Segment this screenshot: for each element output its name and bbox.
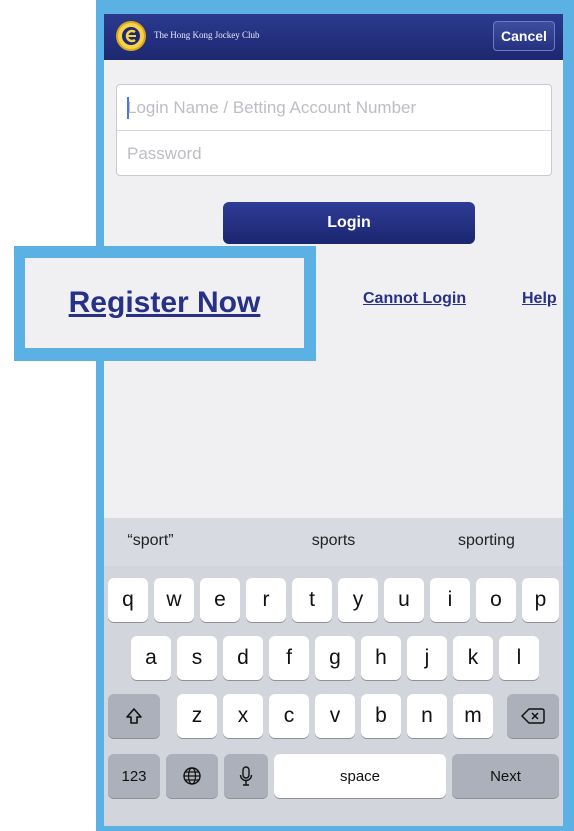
suggestion-item[interactable]: “sport” [104, 532, 227, 550]
shift-icon [126, 708, 142, 724]
key-a[interactable]: a [131, 636, 171, 680]
app-screen: The Hong Kong Jockey Club Cancel Login C… [104, 14, 563, 826]
app-header: The Hong Kong Jockey Club Cancel [104, 14, 563, 60]
delete-key[interactable] [507, 694, 559, 738]
suggestion-item[interactable]: sports [257, 532, 410, 550]
key-b[interactable]: b [361, 694, 401, 738]
microphone-icon [239, 766, 253, 786]
register-callout-inner: Register Now [25, 258, 304, 348]
key-z[interactable]: z [177, 694, 217, 738]
key-e[interactable]: e [200, 578, 240, 622]
suggestion-bar: “sport” sports sporting [104, 518, 563, 566]
key-d[interactable]: d [223, 636, 263, 680]
key-c[interactable]: c [269, 694, 309, 738]
key-f[interactable]: f [269, 636, 309, 680]
key-s[interactable]: s [177, 636, 217, 680]
space-key[interactable]: space [274, 754, 446, 798]
key-h[interactable]: h [361, 636, 401, 680]
key-q[interactable]: q [108, 578, 148, 622]
microphone-key[interactable] [224, 754, 268, 798]
register-now-link[interactable]: Register Now [69, 286, 261, 320]
password-input[interactable] [117, 131, 551, 176]
key-i[interactable]: i [430, 578, 470, 622]
key-m[interactable]: m [453, 694, 493, 738]
shift-key[interactable] [108, 694, 160, 738]
help-link[interactable]: Help [522, 290, 557, 308]
cancel-button[interactable]: Cancel [493, 21, 555, 51]
key-p[interactable]: p [522, 578, 559, 622]
login-button[interactable]: Login [223, 202, 475, 244]
text-caret [127, 97, 129, 119]
globe-key[interactable] [166, 754, 218, 798]
key-g[interactable]: g [315, 636, 355, 680]
key-o[interactable]: o [476, 578, 516, 622]
device-frame: The Hong Kong Jockey Club Cancel Login C… [96, 0, 574, 831]
globe-icon [183, 767, 201, 785]
key-r[interactable]: r [246, 578, 286, 622]
next-key[interactable]: Next [452, 754, 559, 798]
key-x[interactable]: x [223, 694, 263, 738]
login-name-input[interactable] [117, 85, 551, 130]
key-u[interactable]: u [384, 578, 424, 622]
key-k[interactable]: k [453, 636, 493, 680]
key-l[interactable]: l [499, 636, 539, 680]
backspace-icon [521, 708, 545, 724]
jockey-club-logo-icon [116, 21, 146, 51]
cannot-login-link[interactable]: Cannot Login [363, 290, 466, 308]
numbers-key[interactable]: 123 [108, 754, 160, 798]
key-w[interactable]: w [154, 578, 194, 622]
suggestion-item[interactable]: sporting [410, 532, 563, 550]
key-j[interactable]: j [407, 636, 447, 680]
register-callout: Register Now [14, 246, 316, 361]
login-form [116, 84, 552, 176]
organization-name: The Hong Kong Jockey Club [154, 30, 260, 40]
key-t[interactable]: t [292, 578, 332, 622]
key-v[interactable]: v [315, 694, 355, 738]
onscreen-keyboard: “sport” sports sporting q w e r t y u i … [104, 518, 563, 826]
key-y[interactable]: y [338, 578, 378, 622]
key-n[interactable]: n [407, 694, 447, 738]
